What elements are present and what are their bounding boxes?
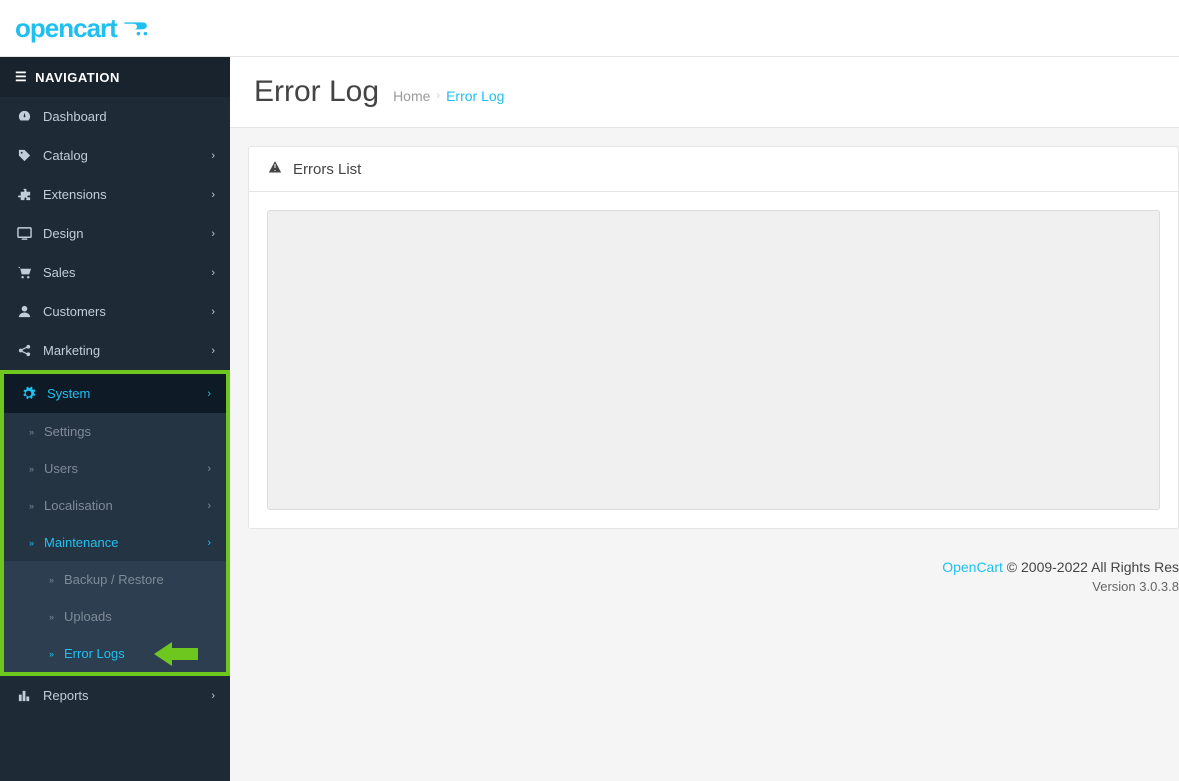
subsub-label: Error Logs [64, 646, 125, 661]
footer-link[interactable]: OpenCart [942, 559, 1003, 575]
header: opencart [0, 0, 1179, 57]
submenu-localisation[interactable]: » Localisation › [4, 487, 226, 524]
panel-header: Errors List [249, 147, 1178, 192]
subsub-label: Backup / Restore [64, 572, 164, 587]
sidebar-item-design[interactable]: Design › [0, 214, 230, 253]
submenu-label: Localisation [44, 498, 113, 513]
breadcrumb-home[interactable]: Home [393, 88, 430, 104]
subsub-backup-restore[interactable]: » Backup / Restore [4, 561, 226, 598]
breadcrumb-separator: › [436, 90, 440, 102]
gear-icon [19, 386, 37, 401]
angle-double-right-icon: » [49, 649, 54, 659]
submenu-label: Users [44, 461, 78, 476]
logo-text: opencart [15, 13, 117, 44]
dashboard-icon [15, 109, 33, 124]
submenu-users[interactable]: » Users › [4, 450, 226, 487]
user-icon [15, 304, 33, 319]
sidebar: ☰ NAVIGATION Dashboard Catalog › [0, 57, 230, 781]
chevron-right-icon: › [211, 267, 215, 279]
pointer-arrow-icon [154, 642, 198, 666]
page-title: Error Log [254, 75, 379, 109]
menu-icon: ☰ [15, 69, 27, 85]
cart-icon [15, 265, 33, 280]
warning-icon [267, 159, 283, 179]
chevron-right-icon: › [207, 537, 211, 549]
submenu-label: Settings [44, 424, 91, 439]
log-output[interactable] [267, 210, 1160, 510]
nav-label: NAVIGATION [35, 70, 120, 85]
angle-double-right-icon: » [29, 427, 34, 437]
chevron-right-icon: › [211, 150, 215, 162]
highlight-box: System › » Settings » Users › » Localisa… [0, 370, 230, 676]
monitor-icon [15, 226, 33, 241]
menu-label: System [47, 386, 90, 401]
footer-version: Version 3.0.3.8 [248, 579, 1179, 594]
angle-double-right-icon: » [49, 612, 54, 622]
angle-double-right-icon: » [29, 464, 34, 474]
submenu-label: Maintenance [44, 535, 118, 550]
menu-label: Catalog [43, 148, 88, 163]
submenu-settings[interactable]: » Settings [4, 413, 226, 450]
menu-label: Customers [43, 304, 106, 319]
menu-label: Marketing [43, 343, 100, 358]
sidebar-item-dashboard[interactable]: Dashboard [0, 97, 230, 136]
sidebar-item-marketing[interactable]: Marketing › [0, 331, 230, 370]
sidebar-item-sales[interactable]: Sales › [0, 253, 230, 292]
chevron-right-icon: › [211, 345, 215, 357]
footer: OpenCart © 2009-2022 All Rights Res Vers… [248, 529, 1179, 604]
panel-title: Errors List [293, 161, 361, 178]
subsub-uploads[interactable]: » Uploads [4, 598, 226, 635]
menu-label: Dashboard [43, 109, 107, 124]
subsub-label: Uploads [64, 609, 112, 624]
sidebar-item-catalog[interactable]: Catalog › [0, 136, 230, 175]
sidebar-item-extensions[interactable]: Extensions › [0, 175, 230, 214]
logo[interactable]: opencart [15, 13, 151, 44]
share-icon [15, 343, 33, 358]
submenu-maintenance[interactable]: » Maintenance › [4, 524, 226, 561]
breadcrumb-current[interactable]: Error Log [446, 88, 504, 104]
menu-label: Sales [43, 265, 76, 280]
breadcrumb: Home › Error Log [393, 88, 504, 104]
subsub-error-logs[interactable]: » Error Logs [4, 635, 226, 672]
chevron-right-icon: › [207, 388, 211, 400]
nav-header: ☰ NAVIGATION [0, 57, 230, 97]
sidebar-item-customers[interactable]: Customers › [0, 292, 230, 331]
menu-label: Design [43, 226, 83, 241]
puzzle-icon [15, 187, 33, 202]
chevron-right-icon: › [207, 463, 211, 475]
menu-label: Reports [43, 688, 89, 703]
angle-double-right-icon: » [29, 538, 34, 548]
angle-double-right-icon: » [29, 501, 34, 511]
chevron-right-icon: › [211, 189, 215, 201]
chevron-right-icon: › [211, 228, 215, 240]
angle-double-right-icon: » [49, 575, 54, 585]
footer-copyright: © 2009-2022 All Rights Res [1003, 559, 1179, 575]
sidebar-item-system[interactable]: System › [4, 374, 226, 413]
chevron-right-icon: › [207, 500, 211, 512]
sidebar-item-reports[interactable]: Reports › [0, 676, 230, 715]
page-header: Error Log Home › Error Log [230, 57, 1179, 128]
errors-panel: Errors List [248, 146, 1179, 529]
menu-label: Extensions [43, 187, 107, 202]
chart-icon [15, 688, 33, 703]
chevron-right-icon: › [211, 690, 215, 702]
cart-icon [123, 17, 151, 39]
chevron-right-icon: › [211, 306, 215, 318]
tag-icon [15, 148, 33, 163]
main-content: Error Log Home › Error Log Errors List [230, 57, 1179, 781]
